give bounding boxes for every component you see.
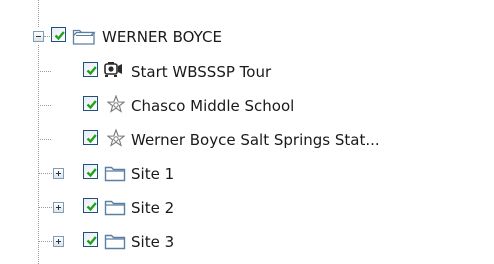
- chasco-label: Chasco Middle School: [131, 97, 295, 115]
- collapse-toggle[interactable]: [33, 31, 44, 42]
- placemark-icon: [106, 128, 126, 152]
- folder-icon: [104, 232, 126, 254]
- tree-node-chasco[interactable]: Chasco Middle School: [0, 91, 494, 121]
- site-3-label: Site 3: [131, 233, 175, 251]
- checkmark-icon: [54, 31, 65, 41]
- werner-park-checkbox[interactable]: [83, 130, 98, 145]
- site-2-label: Site 2: [131, 199, 175, 217]
- tour-label: Start WBSSSP Tour: [131, 63, 272, 81]
- site-1-checkbox[interactable]: [83, 164, 98, 179]
- checkmark-icon: [86, 168, 97, 178]
- checkmark-icon: [86, 100, 97, 110]
- tour-icon: [103, 61, 125, 83]
- site-3-checkbox[interactable]: [83, 232, 98, 247]
- expand-toggle[interactable]: [53, 168, 64, 179]
- tree-node-site-2[interactable]: Site 2: [0, 193, 494, 223]
- folder-icon: [104, 164, 126, 186]
- tree-node-werner-park[interactable]: Werner Boyce Salt Springs Stat...: [0, 125, 494, 155]
- root-label: WERNER BOYCE: [102, 28, 222, 46]
- folder-icon: [104, 198, 126, 220]
- folder-open-icon: [72, 26, 96, 50]
- placemark-icon: [106, 94, 126, 118]
- werner-park-label: Werner Boyce Salt Springs Stat...: [131, 131, 380, 149]
- expand-toggle[interactable]: [53, 202, 64, 213]
- tree-node-site-3[interactable]: Site 3: [0, 227, 494, 257]
- expand-toggle[interactable]: [53, 236, 64, 247]
- tree-node-root[interactable]: WERNER BOYCE: [0, 22, 494, 52]
- site-1-label: Site 1: [131, 165, 175, 183]
- tour-checkbox[interactable]: [83, 62, 98, 77]
- checkmark-icon: [86, 236, 97, 246]
- tree-node-tour[interactable]: Start WBSSSP Tour: [0, 57, 494, 87]
- chasco-checkbox[interactable]: [83, 96, 98, 111]
- site-2-checkbox[interactable]: [83, 198, 98, 213]
- checkmark-icon: [86, 134, 97, 144]
- checkmark-icon: [86, 202, 97, 212]
- root-checkbox[interactable]: [51, 27, 66, 42]
- places-tree: WERNER BOYCE Start WBSSSP Tour Chasco Mi…: [0, 0, 494, 264]
- checkmark-icon: [86, 66, 97, 76]
- tree-node-site-1[interactable]: Site 1: [0, 159, 494, 189]
